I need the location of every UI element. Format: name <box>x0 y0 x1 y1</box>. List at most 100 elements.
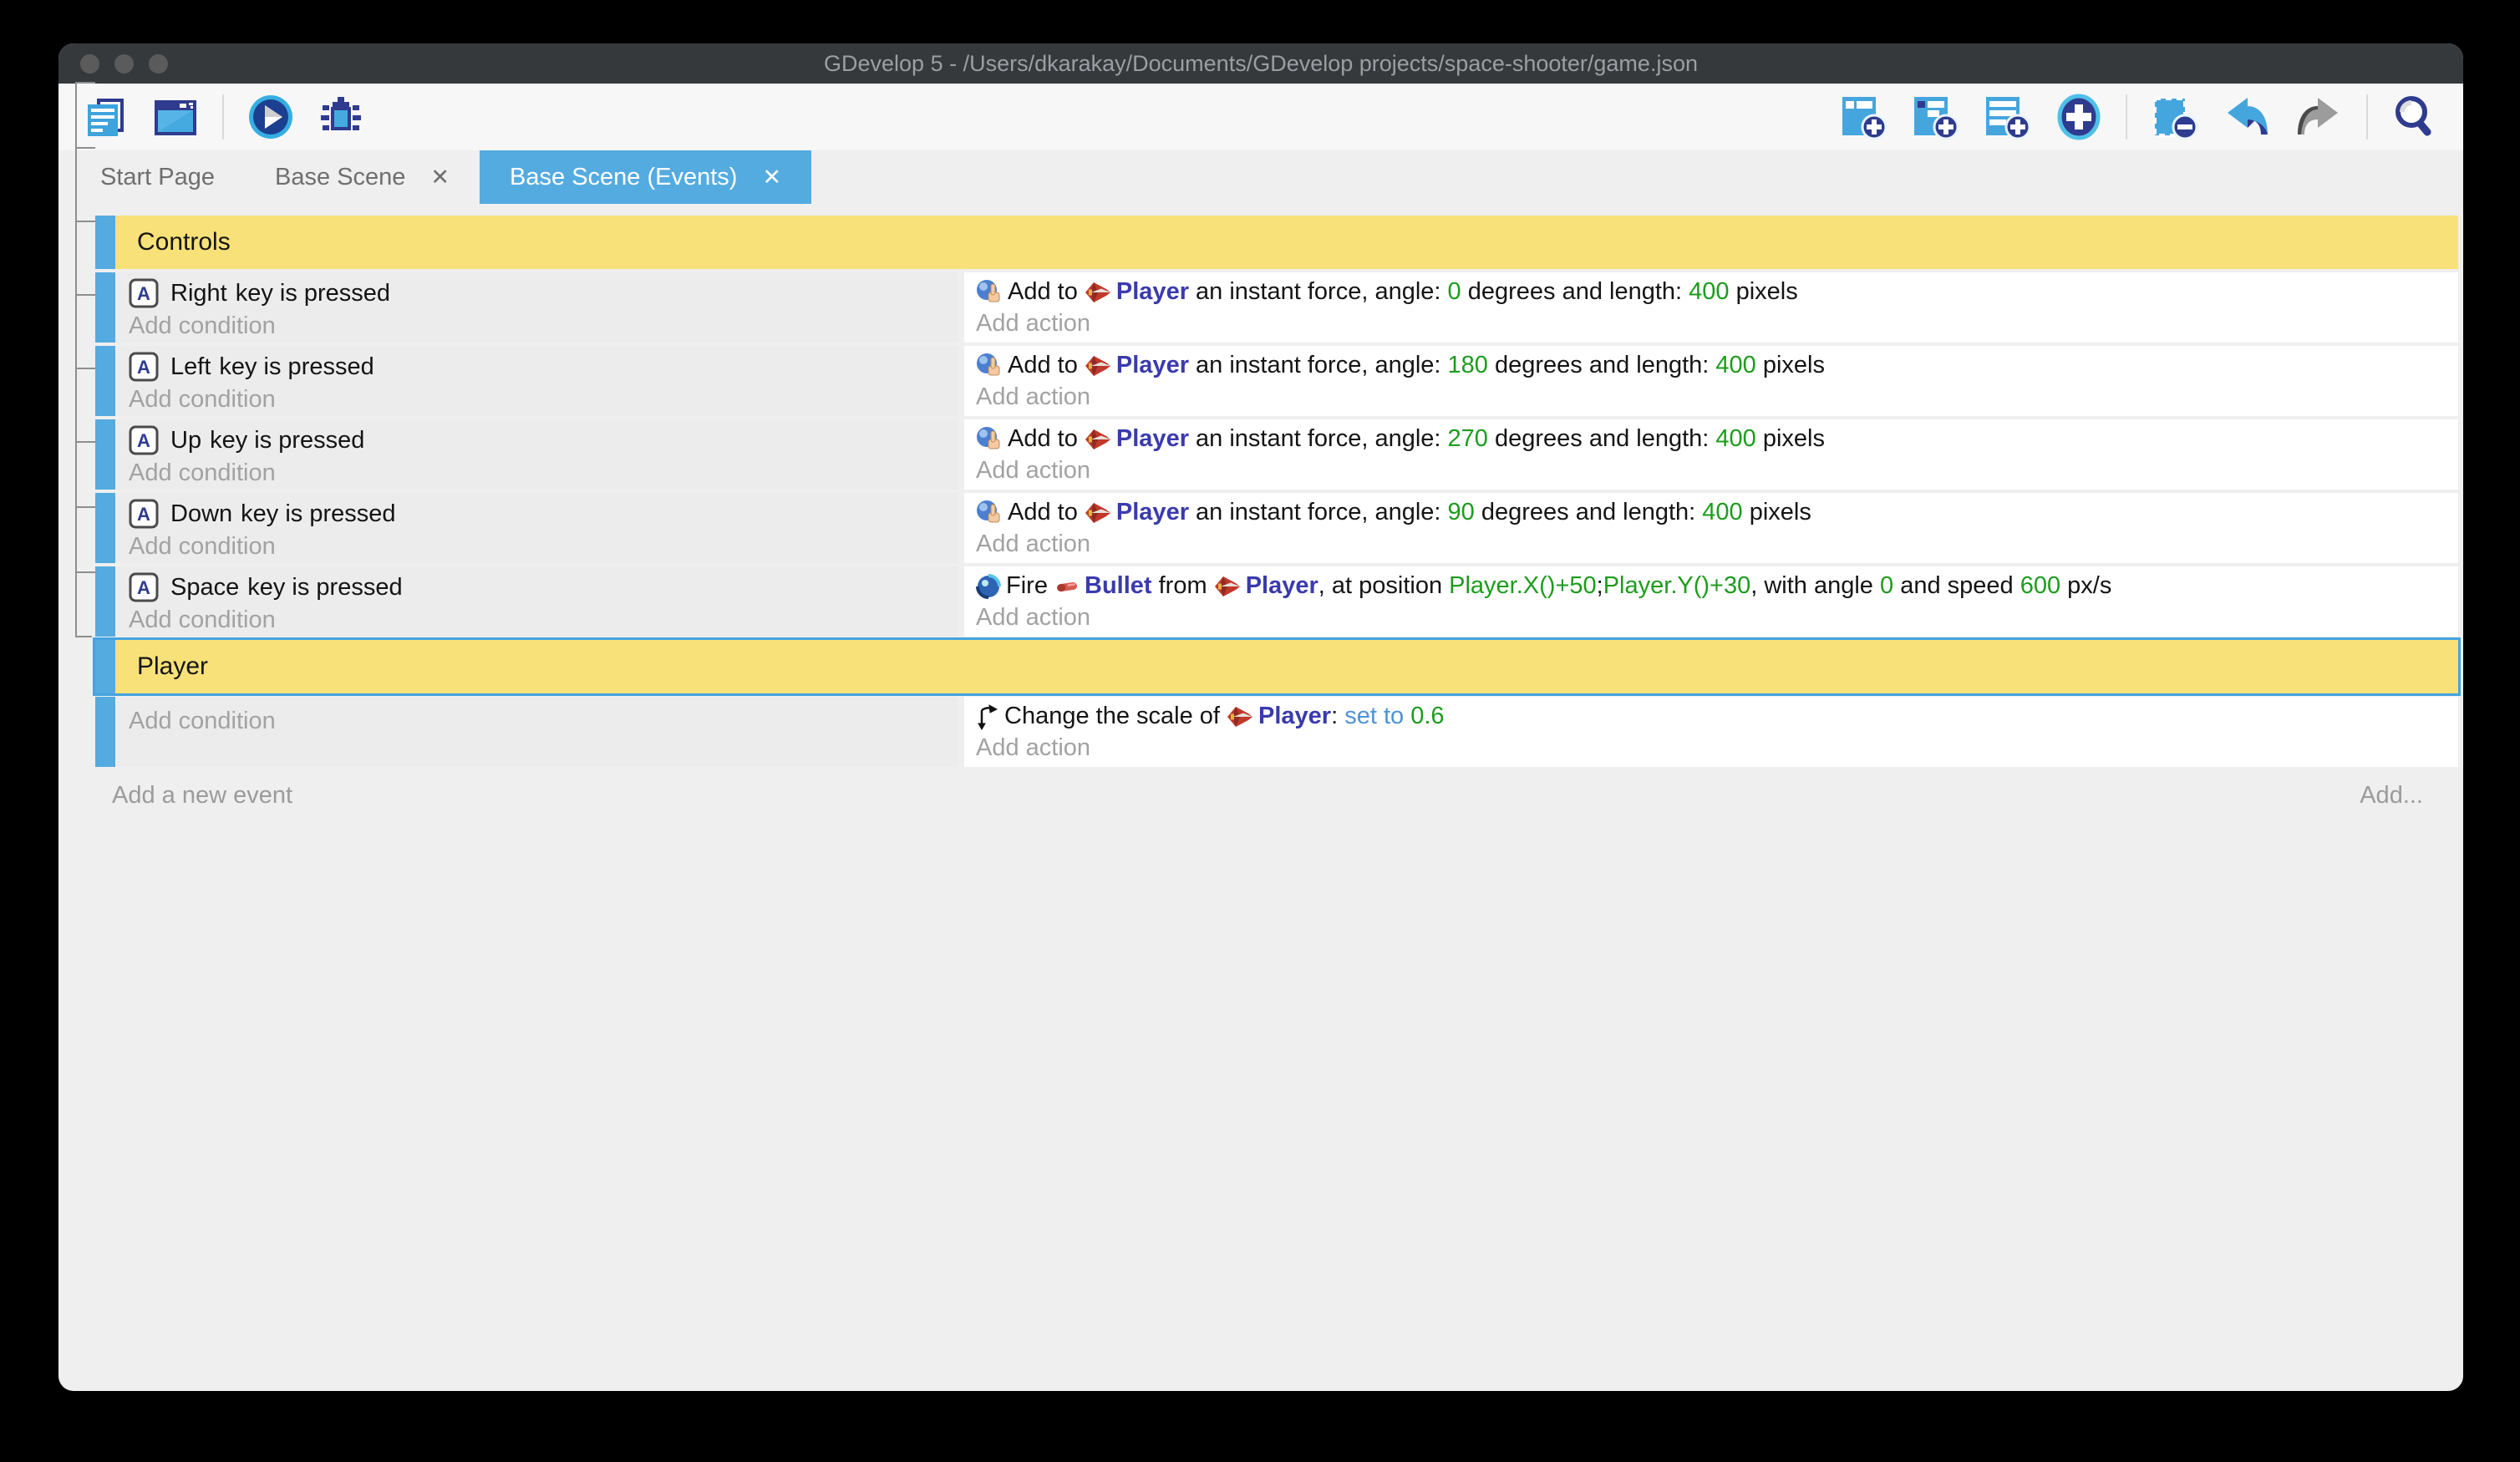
condition-cell[interactable]: ASpacekey is pressed Add condition <box>115 566 958 637</box>
event-drag-bar[interactable] <box>95 216 115 269</box>
action-sentence[interactable]: Add to Player an instant force, angle: 0… <box>976 278 2458 306</box>
tab-base-scene-events[interactable]: Base Scene (Events) ✕ <box>480 150 811 204</box>
event-row[interactable]: AUpkey is pressedAdd conditionAdd to Pla… <box>95 419 2458 490</box>
add-circle-icon[interactable] <box>2055 94 2102 140</box>
gdevelop-window: GDevelop 5 - /Users/dkarakay/Documents/G… <box>58 43 2463 1391</box>
bullet-icon <box>1054 578 1080 595</box>
add-condition-button[interactable]: Add condition <box>129 607 958 634</box>
event-drag-bar[interactable] <box>95 697 115 767</box>
expression-value: 400 <box>1715 425 1755 453</box>
undo-icon[interactable] <box>2223 94 2271 140</box>
event-drag-bar[interactable] <box>95 493 115 563</box>
toolbar-right-group <box>1840 94 2438 140</box>
sentence-text: key is pressed <box>241 500 395 528</box>
close-tab-icon[interactable]: ✕ <box>430 165 450 190</box>
event-row[interactable]: Add conditionChange the scale of Player:… <box>95 697 2458 767</box>
add-event-icon[interactable] <box>1840 94 1888 140</box>
add-condition-button[interactable]: Add condition <box>129 459 958 487</box>
action-cell[interactable]: Add to Player an instant force, angle: 9… <box>964 493 2458 563</box>
events-footer: Add a new event Add... <box>95 782 2458 810</box>
search-icon[interactable] <box>2391 94 2438 140</box>
action-sentence[interactable]: Change the scale of Player: set to 0.6 <box>976 703 2458 730</box>
tree-branch-line <box>75 441 95 443</box>
minimize-window-button[interactable] <box>114 54 134 74</box>
play-icon[interactable] <box>247 94 294 140</box>
action-sentence[interactable]: Fire Bullet from Player, at position Pla… <box>976 572 2458 600</box>
add-action-button[interactable]: Add action <box>976 734 2458 762</box>
condition-sentence[interactable]: ARightkey is pressed <box>129 278 958 308</box>
sentence-text: degrees and length: <box>1475 499 1702 526</box>
action-sentence[interactable]: Add to Player an instant force, angle: 9… <box>976 499 2458 526</box>
add-new-event-button[interactable]: Add a new event <box>112 782 292 810</box>
tab-base-scene[interactable]: Base Scene✕ <box>245 150 480 204</box>
add-condition-button[interactable]: Add condition <box>129 312 958 340</box>
sentence-text: , at position <box>1318 572 1449 600</box>
condition-sentence[interactable]: ADownkey is pressed <box>129 499 958 529</box>
player-ship-icon <box>1085 279 1111 306</box>
group-row-player[interactable]: Player <box>95 640 2458 693</box>
tab-label: Base Scene (Events) <box>510 164 737 191</box>
toolbar-divider <box>222 94 224 140</box>
event-drag-bar[interactable] <box>95 419 115 490</box>
add-action-button[interactable]: Add action <box>976 383 2458 411</box>
player-ship-icon <box>1085 500 1111 526</box>
action-sentence[interactable]: Add to Player an instant force, angle: 1… <box>976 352 2458 379</box>
action-cell[interactable]: Fire Bullet from Player, at position Pla… <box>964 566 2458 637</box>
action-sentence[interactable]: Add to Player an instant force, angle: 2… <box>976 425 2458 453</box>
expression-value: 0.6 <box>1410 703 1444 730</box>
tree-branch-line <box>75 82 95 84</box>
condition-sentence[interactable]: AUpkey is pressed <box>129 425 958 455</box>
zoom-window-button[interactable] <box>149 54 168 74</box>
condition-sentence[interactable]: ASpacekey is pressed <box>129 572 958 602</box>
sentence-text: an instant force, angle: <box>1189 352 1448 379</box>
event-row[interactable]: ALeftkey is pressed Add condition Add to P… <box>95 346 2458 416</box>
sentence-text: Add to <box>1008 278 1085 306</box>
event-drag-bar[interactable] <box>95 640 115 693</box>
condition-cell[interactable]: Add condition <box>115 697 958 767</box>
condition-cell[interactable]: ADownkey is pressed Add condition <box>115 493 958 563</box>
event-drag-bar[interactable] <box>95 346 115 416</box>
event-drag-bar[interactable] <box>95 566 115 637</box>
event-row[interactable]: ADownkey is pressed Add condition Add to P… <box>95 493 2458 563</box>
condition-cell[interactable]: ALeftkey is pressed Add condition <box>115 346 958 416</box>
condition-cell[interactable]: AUpkey is pressedAdd condition <box>115 419 958 490</box>
project-manager-icon[interactable] <box>84 94 129 140</box>
close-tab-icon[interactable]: ✕ <box>762 165 781 190</box>
sentence-text: from <box>1152 572 1214 600</box>
action-cell[interactable]: Add to Player an instant force, angle: 1… <box>964 346 2458 416</box>
action-cell[interactable]: Add to Player an instant force, angle: 0… <box>964 272 2458 343</box>
add-action-button[interactable]: Add action <box>976 604 2458 632</box>
force-icon <box>976 279 1003 306</box>
expression-value: 90 <box>1448 499 1475 526</box>
scene-editor-icon[interactable] <box>152 94 199 140</box>
add-comment-icon[interactable] <box>1984 94 2032 140</box>
sentence-text: Fire <box>1006 572 1054 600</box>
svg-text:A: A <box>137 430 150 451</box>
add-action-button[interactable]: Add action <box>976 457 2458 485</box>
tab-start-page[interactable]: Start Page <box>70 150 245 204</box>
action-cell[interactable]: Add to Player an instant force, angle: 2… <box>964 419 2458 490</box>
condition-cell[interactable]: ARightkey is pressed Add condition <box>115 272 958 343</box>
redo-icon[interactable] <box>2294 94 2343 140</box>
sentence-text: , with angle <box>1750 572 1880 600</box>
svg-text:A: A <box>137 357 150 378</box>
add-condition-button[interactable]: Add condition <box>129 708 958 735</box>
add-more-button[interactable]: Add... <box>2360 782 2423 810</box>
keyboard-a-icon: A <box>129 572 159 602</box>
delete-selection-icon[interactable] <box>2151 94 2199 140</box>
key-name: Up <box>170 427 201 454</box>
event-row[interactable]: ARightkey is pressed Add condition Add to … <box>95 272 2458 343</box>
event-row[interactable]: ASpacekey is pressed Add condition Fire Bu… <box>95 566 2458 637</box>
debug-icon[interactable] <box>318 94 364 140</box>
close-window-button[interactable] <box>80 54 99 74</box>
group-row-controls[interactable]: Controls <box>95 216 2458 269</box>
add-condition-button[interactable]: Add condition <box>129 386 958 414</box>
tree-branch-line <box>75 147 95 149</box>
event-drag-bar[interactable] <box>95 272 115 343</box>
condition-sentence[interactable]: ALeftkey is pressed <box>129 352 958 382</box>
add-condition-button[interactable]: Add condition <box>129 533 958 561</box>
add-subevent-icon[interactable] <box>1912 94 1960 140</box>
action-cell[interactable]: Change the scale of Player: set to 0.6 Ad… <box>964 697 2458 767</box>
add-action-button[interactable]: Add action <box>976 530 2458 558</box>
add-action-button[interactable]: Add action <box>976 310 2458 338</box>
